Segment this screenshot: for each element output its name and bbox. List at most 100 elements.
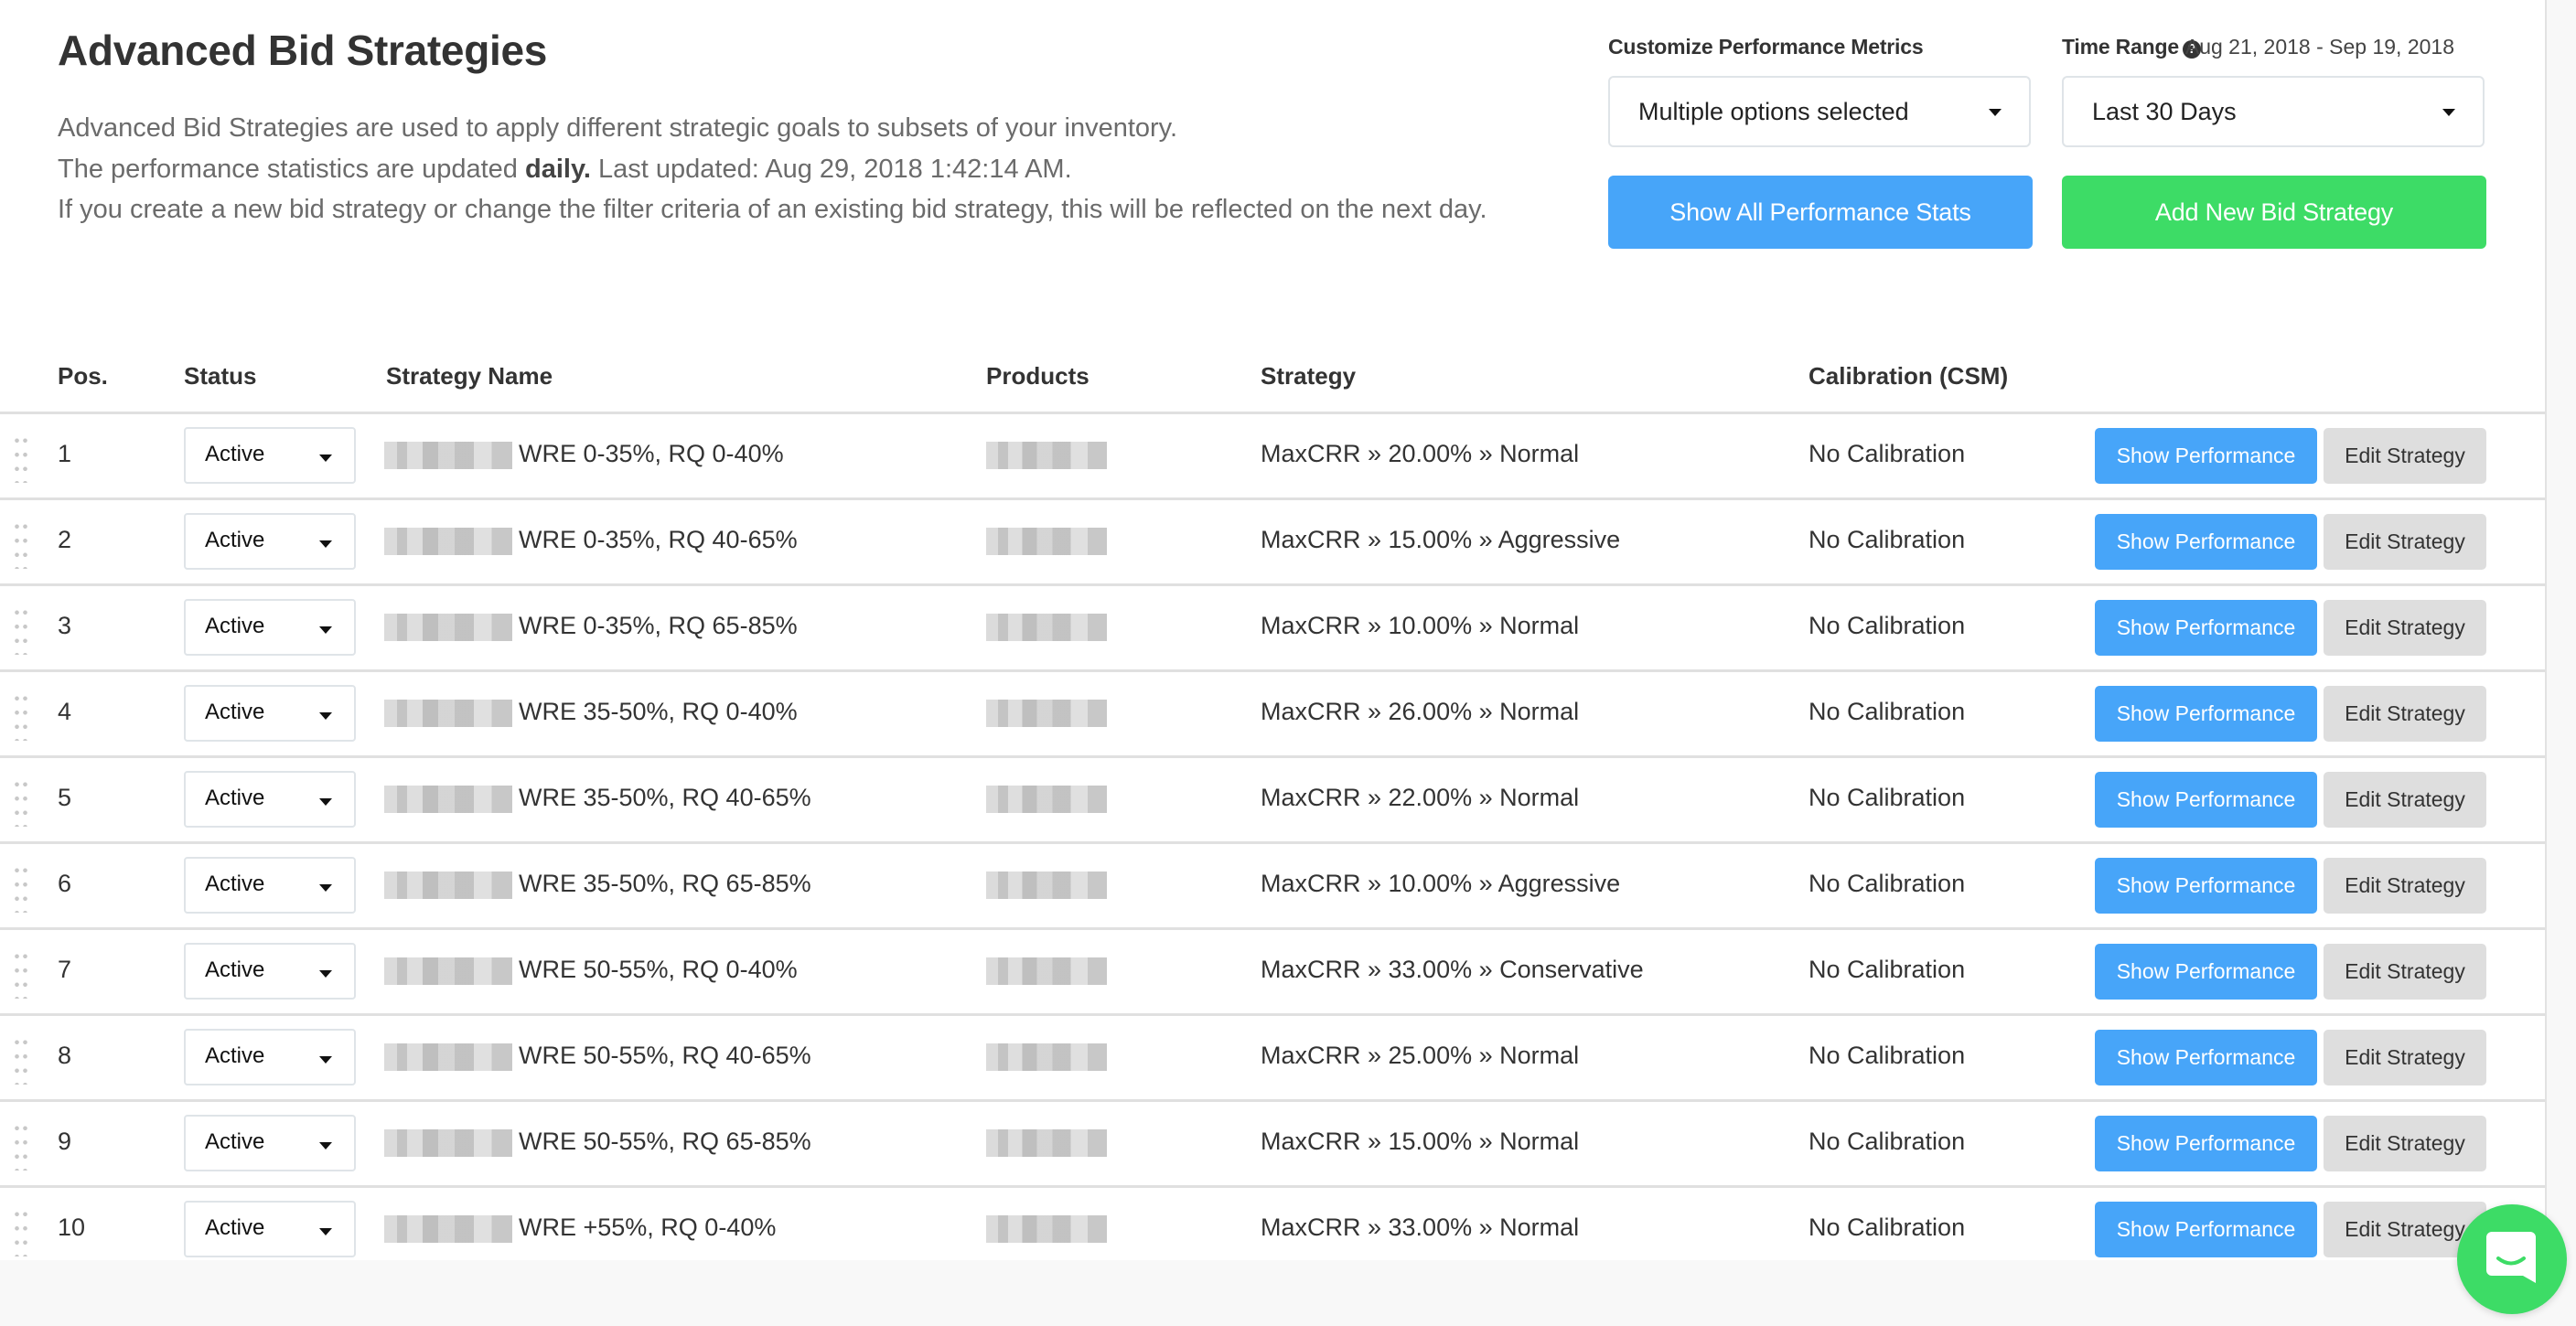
status-select[interactable]: Active	[184, 771, 356, 828]
description-line-2: The performance statistics are updated d…	[58, 149, 1540, 190]
column-header-pos[interactable]: Pos.	[58, 362, 108, 390]
redacted-name-prefix	[384, 957, 512, 985]
show-all-performance-stats-button[interactable]: Show All Performance Stats	[1608, 176, 2033, 249]
redacted-products	[986, 786, 1107, 813]
table-row: 9 Active WRE 50-55%, RQ 65-85% MaxCRR » 15.…	[0, 1102, 2545, 1188]
calibration: No Calibration	[1809, 1128, 1966, 1155]
status-select[interactable]: Active	[184, 1029, 356, 1085]
edit-strategy-button[interactable]: Edit Strategy	[2324, 686, 2486, 742]
time-range-label: Time Range?	[2062, 35, 2201, 59]
main-content: Advanced Bid Strategies Advanced Bid Str…	[0, 0, 2547, 1260]
status-select[interactable]: Active	[184, 1115, 356, 1171]
strategy-settings: MaxCRR » 22.00% » Normal	[1261, 784, 1580, 811]
chat-bubble-icon	[2486, 1232, 2536, 1283]
edit-strategy-button[interactable]: Edit Strategy	[2324, 772, 2486, 828]
strategy-name: WRE 50-55%, RQ 0-40%	[519, 956, 798, 983]
time-range-select[interactable]: Last 30 Days	[2062, 76, 2485, 147]
drag-handle-icon[interactable]	[13, 777, 29, 827]
show-performance-button[interactable]: Show Performance	[2095, 428, 2317, 484]
calibration: No Calibration	[1809, 440, 1966, 467]
show-performance-button[interactable]: Show Performance	[2095, 514, 2317, 570]
caret-down-icon	[319, 884, 332, 892]
column-header-status[interactable]: Status	[184, 362, 256, 390]
status-select[interactable]: Active	[184, 1201, 356, 1257]
status-select[interactable]: Active	[184, 685, 356, 742]
strategy-settings: MaxCRR » 15.00% » Normal	[1261, 1128, 1580, 1155]
drag-handle-icon[interactable]	[13, 1035, 29, 1085]
strategy-name: WRE 0-35%, RQ 65-85%	[519, 612, 798, 639]
caret-down-icon	[319, 1142, 332, 1150]
status-select-value: Active	[205, 700, 265, 724]
strategy-name: WRE +55%, RQ 0-40%	[519, 1214, 777, 1241]
table-row: 8 Active WRE 50-55%, RQ 40-65% MaxCRR » 25.…	[0, 1016, 2545, 1102]
drag-handle-icon[interactable]	[13, 519, 29, 569]
table-body: 1 Active WRE 0-35%, RQ 0-40% MaxCRR » 20.00…	[0, 414, 2545, 1271]
calibration: No Calibration	[1809, 698, 1966, 725]
drag-handle-icon[interactable]	[13, 949, 29, 999]
add-new-bid-strategy-button[interactable]: Add New Bid Strategy	[2062, 176, 2486, 249]
edit-strategy-button[interactable]: Edit Strategy	[2324, 600, 2486, 656]
strategy-name: WRE 50-55%, RQ 65-85%	[519, 1128, 811, 1155]
table-row: 10 Active WRE +55%, RQ 0-40% MaxCRR » 33.00…	[0, 1188, 2545, 1271]
show-performance-button[interactable]: Show Performance	[2095, 858, 2317, 914]
show-performance-button[interactable]: Show Performance	[2095, 1116, 2317, 1171]
column-header-strategy-name[interactable]: Strategy Name	[386, 362, 553, 390]
metrics-select[interactable]: Multiple options selected	[1608, 76, 2031, 147]
redacted-products	[986, 957, 1107, 985]
drag-handle-icon[interactable]	[13, 1121, 29, 1171]
redacted-products	[986, 1043, 1107, 1071]
edit-strategy-button[interactable]: Edit Strategy	[2324, 514, 2486, 570]
caret-down-icon	[1989, 109, 2002, 116]
drag-handle-icon[interactable]	[13, 433, 29, 483]
status-select[interactable]: Active	[184, 513, 356, 570]
status-select[interactable]: Active	[184, 943, 356, 1000]
calibration: No Calibration	[1809, 870, 1966, 897]
drag-handle-icon[interactable]	[13, 863, 29, 913]
column-header-strategy[interactable]: Strategy	[1261, 362, 1356, 390]
strategy-settings: MaxCRR » 10.00% » Aggressive	[1261, 870, 1621, 897]
show-performance-button[interactable]: Show Performance	[2095, 600, 2317, 656]
caret-down-icon	[319, 540, 332, 548]
strategy-name: WRE 35-50%, RQ 40-65%	[519, 784, 811, 811]
redacted-products	[986, 1129, 1107, 1157]
edit-strategy-button[interactable]: Edit Strategy	[2324, 858, 2486, 914]
table-row: 3 Active WRE 0-35%, RQ 65-85% MaxCRR » 10.0…	[0, 586, 2545, 672]
row-position: 8	[58, 1042, 72, 1069]
status-select[interactable]: Active	[184, 857, 356, 914]
calibration: No Calibration	[1809, 526, 1966, 553]
redacted-products	[986, 442, 1107, 469]
column-header-calibration[interactable]: Calibration (CSM)	[1809, 362, 2008, 390]
strategy-settings: MaxCRR » 10.00% » Normal	[1261, 612, 1580, 639]
strategy-settings: MaxCRR » 33.00% » Conservative	[1261, 956, 1644, 983]
show-performance-button[interactable]: Show Performance	[2095, 686, 2317, 742]
column-header-products[interactable]: Products	[986, 362, 1089, 390]
redacted-products	[986, 528, 1107, 555]
calibration: No Calibration	[1809, 784, 1966, 811]
caret-down-icon	[319, 712, 332, 720]
drag-handle-icon[interactable]	[13, 605, 29, 655]
calibration: No Calibration	[1809, 1042, 1966, 1069]
calibration: No Calibration	[1809, 612, 1966, 639]
drag-handle-icon[interactable]	[13, 691, 29, 741]
strategy-name: WRE 35-50%, RQ 0-40%	[519, 698, 798, 725]
table-row: 1 Active WRE 0-35%, RQ 0-40% MaxCRR » 20.00…	[0, 414, 2545, 500]
strategy-name: WRE 50-55%, RQ 40-65%	[519, 1042, 811, 1069]
edit-strategy-button[interactable]: Edit Strategy	[2324, 944, 2486, 1000]
metrics-select-value: Multiple options selected	[1638, 98, 1909, 125]
status-select-value: Active	[205, 1043, 265, 1068]
date-range: Aug 21, 2018 - Sep 19, 2018	[2184, 35, 2454, 59]
show-performance-button[interactable]: Show Performance	[2095, 1030, 2317, 1085]
edit-strategy-button[interactable]: Edit Strategy	[2324, 428, 2486, 484]
show-performance-button[interactable]: Show Performance	[2095, 772, 2317, 828]
status-select[interactable]: Active	[184, 599, 356, 656]
show-performance-button[interactable]: Show Performance	[2095, 1202, 2317, 1257]
show-performance-button[interactable]: Show Performance	[2095, 944, 2317, 1000]
row-position: 4	[58, 698, 72, 725]
drag-handle-icon[interactable]	[13, 1207, 29, 1256]
edit-strategy-button[interactable]: Edit Strategy	[2324, 1030, 2486, 1085]
status-select[interactable]: Active	[184, 427, 356, 484]
chat-widget-button[interactable]	[2457, 1204, 2567, 1314]
status-select-value: Active	[205, 614, 265, 638]
edit-strategy-button[interactable]: Edit Strategy	[2324, 1116, 2486, 1171]
row-position: 10	[58, 1214, 86, 1241]
